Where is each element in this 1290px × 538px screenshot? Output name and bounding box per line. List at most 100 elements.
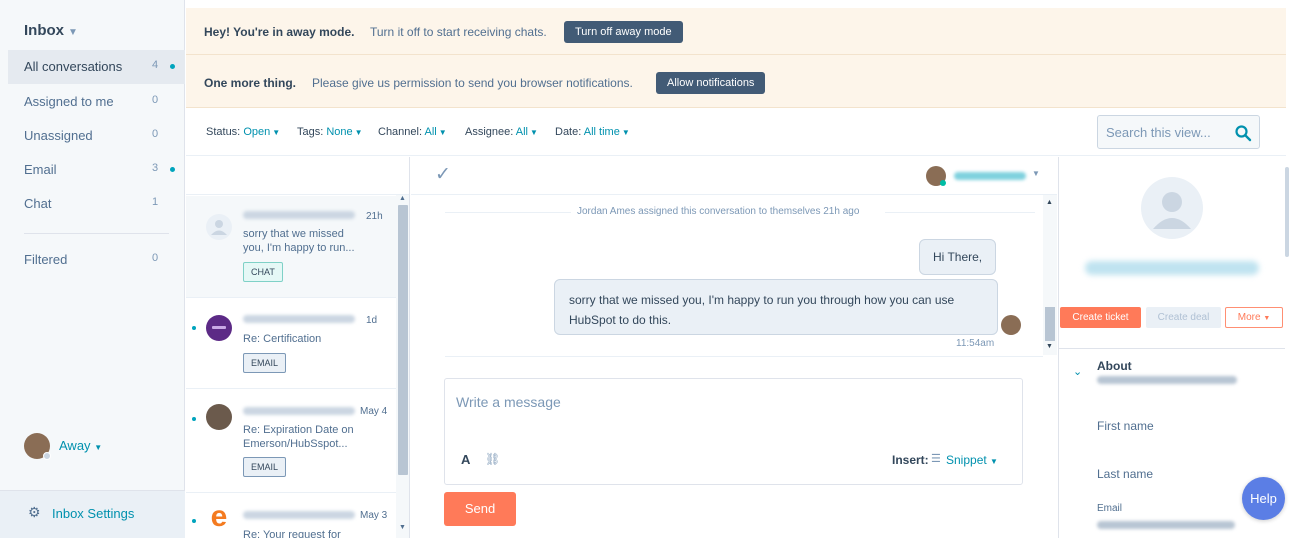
- banner-text: Please give us permission to send you br…: [312, 76, 633, 90]
- more-label: More: [1237, 312, 1261, 323]
- filter-value: None: [326, 126, 353, 138]
- last-name-field-label[interactable]: Last name: [1097, 467, 1153, 481]
- conversation-preview: sorry that we missed you, I'm happy to r…: [243, 228, 355, 254]
- sidebar-item-filtered[interactable]: Filtered 0: [8, 243, 185, 277]
- contact-sidebar-scrollbar[interactable]: [1285, 157, 1290, 257]
- filter-assignee[interactable]: Assignee: All ▼: [465, 126, 538, 138]
- sidebar-item-all-conversations[interactable]: All conversations 4: [8, 50, 185, 84]
- filter-value: All: [424, 126, 437, 138]
- conversation-list: 21h sorry that we missed you, I'm happy …: [186, 157, 410, 538]
- inbox-settings-button[interactable]: ⚙ Inbox Settings: [0, 490, 185, 538]
- snippet-icon: ☰: [931, 453, 941, 465]
- chevron-down-icon: ▼: [354, 128, 363, 137]
- create-ticket-button[interactable]: Create ticket: [1060, 307, 1141, 328]
- owner-selector[interactable]: [954, 172, 1026, 180]
- composer-placeholder: Write a message: [456, 394, 561, 410]
- conversation-item[interactable]: May 4 Re: Expiration Date on Emerson/Hub…: [186, 390, 396, 493]
- turn-off-away-mode-button[interactable]: Turn off away mode: [564, 21, 683, 43]
- filter-status[interactable]: Status: Open ▼: [206, 126, 280, 138]
- chevron-down-icon: ▼: [621, 128, 630, 137]
- chevron-down-icon[interactable]: ⌄: [1073, 365, 1082, 378]
- filter-label: Channel:: [378, 126, 423, 138]
- sidebar-divider: [1059, 348, 1285, 349]
- sidebar-item-label: Filtered: [24, 252, 68, 267]
- company-logo-icon: [212, 326, 226, 329]
- sidebar-item-label: Unassigned: [24, 128, 93, 143]
- thread-header: ✓ ▼: [411, 157, 1057, 195]
- filter-tags[interactable]: Tags: None ▼: [297, 126, 363, 138]
- message-timestamp: 11:54am: [956, 338, 995, 349]
- insert-label: Insert:: [892, 453, 929, 467]
- sidebar-item-count: 1: [152, 196, 159, 208]
- help-button[interactable]: Help: [1242, 477, 1285, 520]
- scrollbar-thumb[interactable]: [1285, 167, 1289, 257]
- conversation-item[interactable]: e May 3 Re: Your request for: [186, 494, 396, 538]
- conversation-preview: Re: Your request for: [243, 529, 341, 538]
- contact-email-redacted: [1085, 261, 1259, 275]
- message-text: Hi There,: [933, 250, 983, 264]
- chevron-down-icon: ▼: [438, 128, 447, 137]
- chevron-down-icon: ▼: [68, 27, 78, 38]
- create-deal-button[interactable]: Create deal: [1146, 307, 1221, 328]
- inbox-switcher[interactable]: Inbox ▼: [24, 22, 78, 39]
- conversation-list-scrollbar[interactable]: ▲ ▼: [396, 195, 409, 538]
- conversation-item[interactable]: 1d Re: Certification EMAIL: [186, 299, 396, 389]
- banner-heading: Hey! You're in away mode.: [204, 25, 355, 39]
- inbox-sidebar: Inbox ▼ All conversations 4 Assigned to m…: [0, 0, 185, 538]
- sidebar-item-label: Email: [24, 162, 57, 177]
- sidebar-item-count: 0: [152, 94, 159, 106]
- scroll-down-icon[interactable]: ▼: [399, 524, 406, 531]
- text-format-icon[interactable]: A: [461, 452, 470, 467]
- close-conversation-check-icon[interactable]: ✓: [435, 163, 451, 186]
- message-bubble: sorry that we missed you, I'm happy to r…: [554, 279, 998, 335]
- status-dot-icon: [940, 180, 946, 186]
- message-text: sorry that we missed you, I'm happy to r…: [569, 293, 955, 327]
- sidebar-item-unassigned[interactable]: Unassigned 0: [8, 119, 185, 153]
- filter-label: Tags:: [297, 126, 324, 138]
- search-icon[interactable]: [1234, 124, 1252, 142]
- message-bubble: Hi There,: [919, 239, 997, 275]
- snippet-dropdown[interactable]: Snippet ▼: [946, 453, 998, 467]
- banner-heading: One more thing.: [204, 76, 297, 90]
- sidebar-item-assigned-to-me[interactable]: Assigned to me 0: [8, 85, 185, 119]
- channel-tag: EMAIL: [243, 457, 287, 477]
- conversation-time: May 4: [360, 406, 388, 417]
- scroll-down-icon[interactable]: ▼: [1046, 343, 1053, 350]
- contact-avatar: [206, 214, 232, 240]
- app-root: Inbox ▼ All conversations 4 Assigned to m…: [0, 0, 1290, 538]
- more-button[interactable]: More ▼: [1225, 307, 1283, 328]
- conversation-time: May 3: [360, 510, 388, 521]
- scrollbar-thumb[interactable]: [1045, 307, 1055, 341]
- conversation-item[interactable]: 21h sorry that we missed you, I'm happy …: [186, 196, 396, 298]
- first-name-field-label[interactable]: First name: [1097, 419, 1154, 433]
- contact-avatar: [206, 404, 232, 430]
- about-section-toggle[interactable]: About: [1097, 359, 1132, 373]
- email-field-value-redacted[interactable]: [1097, 521, 1235, 529]
- system-message: Jordan Ames assigned this conversation t…: [577, 206, 860, 217]
- filter-bar: Status: Open ▼ Tags: None ▼ Channel: All ▼ …: [186, 108, 1286, 156]
- message-composer[interactable]: Write a message A ⛓ Insert: ☰ Snippet ▼: [444, 378, 1023, 485]
- chevron-down-icon[interactable]: ▼: [1032, 169, 1040, 178]
- filter-label: Status:: [206, 126, 241, 138]
- person-icon: [211, 220, 227, 235]
- allow-notifications-button[interactable]: Allow notifications: [656, 72, 766, 94]
- send-button[interactable]: Send: [444, 492, 516, 526]
- unread-dot-icon: [192, 326, 196, 330]
- sidebar-item-chat[interactable]: Chat 1: [8, 187, 185, 221]
- scrollbar-thumb[interactable]: [398, 205, 408, 475]
- scroll-up-icon[interactable]: ▲: [399, 195, 406, 202]
- thread-divider: [445, 356, 1043, 357]
- conversation-preview: Re: Certification: [243, 333, 322, 345]
- sidebar-item-label: Chat: [24, 196, 52, 211]
- scroll-up-icon[interactable]: ▲: [1046, 199, 1053, 206]
- filter-channel[interactable]: Channel: All ▼: [378, 126, 447, 138]
- search-placeholder: Search this view...: [1106, 125, 1211, 140]
- link-icon[interactable]: ⛓: [485, 452, 500, 466]
- channel-tag: EMAIL: [243, 353, 287, 373]
- filter-date[interactable]: Date: All time ▼: [555, 126, 630, 138]
- inbox-settings-label: Inbox Settings: [52, 506, 135, 521]
- away-mode-banner: Hey! You're in away mode. Turn it off to…: [186, 8, 1286, 55]
- search-input[interactable]: Search this view...: [1097, 115, 1260, 149]
- sidebar-item-email[interactable]: Email 3: [8, 153, 185, 187]
- thread-scrollbar[interactable]: ▲ ▼: [1043, 195, 1057, 355]
